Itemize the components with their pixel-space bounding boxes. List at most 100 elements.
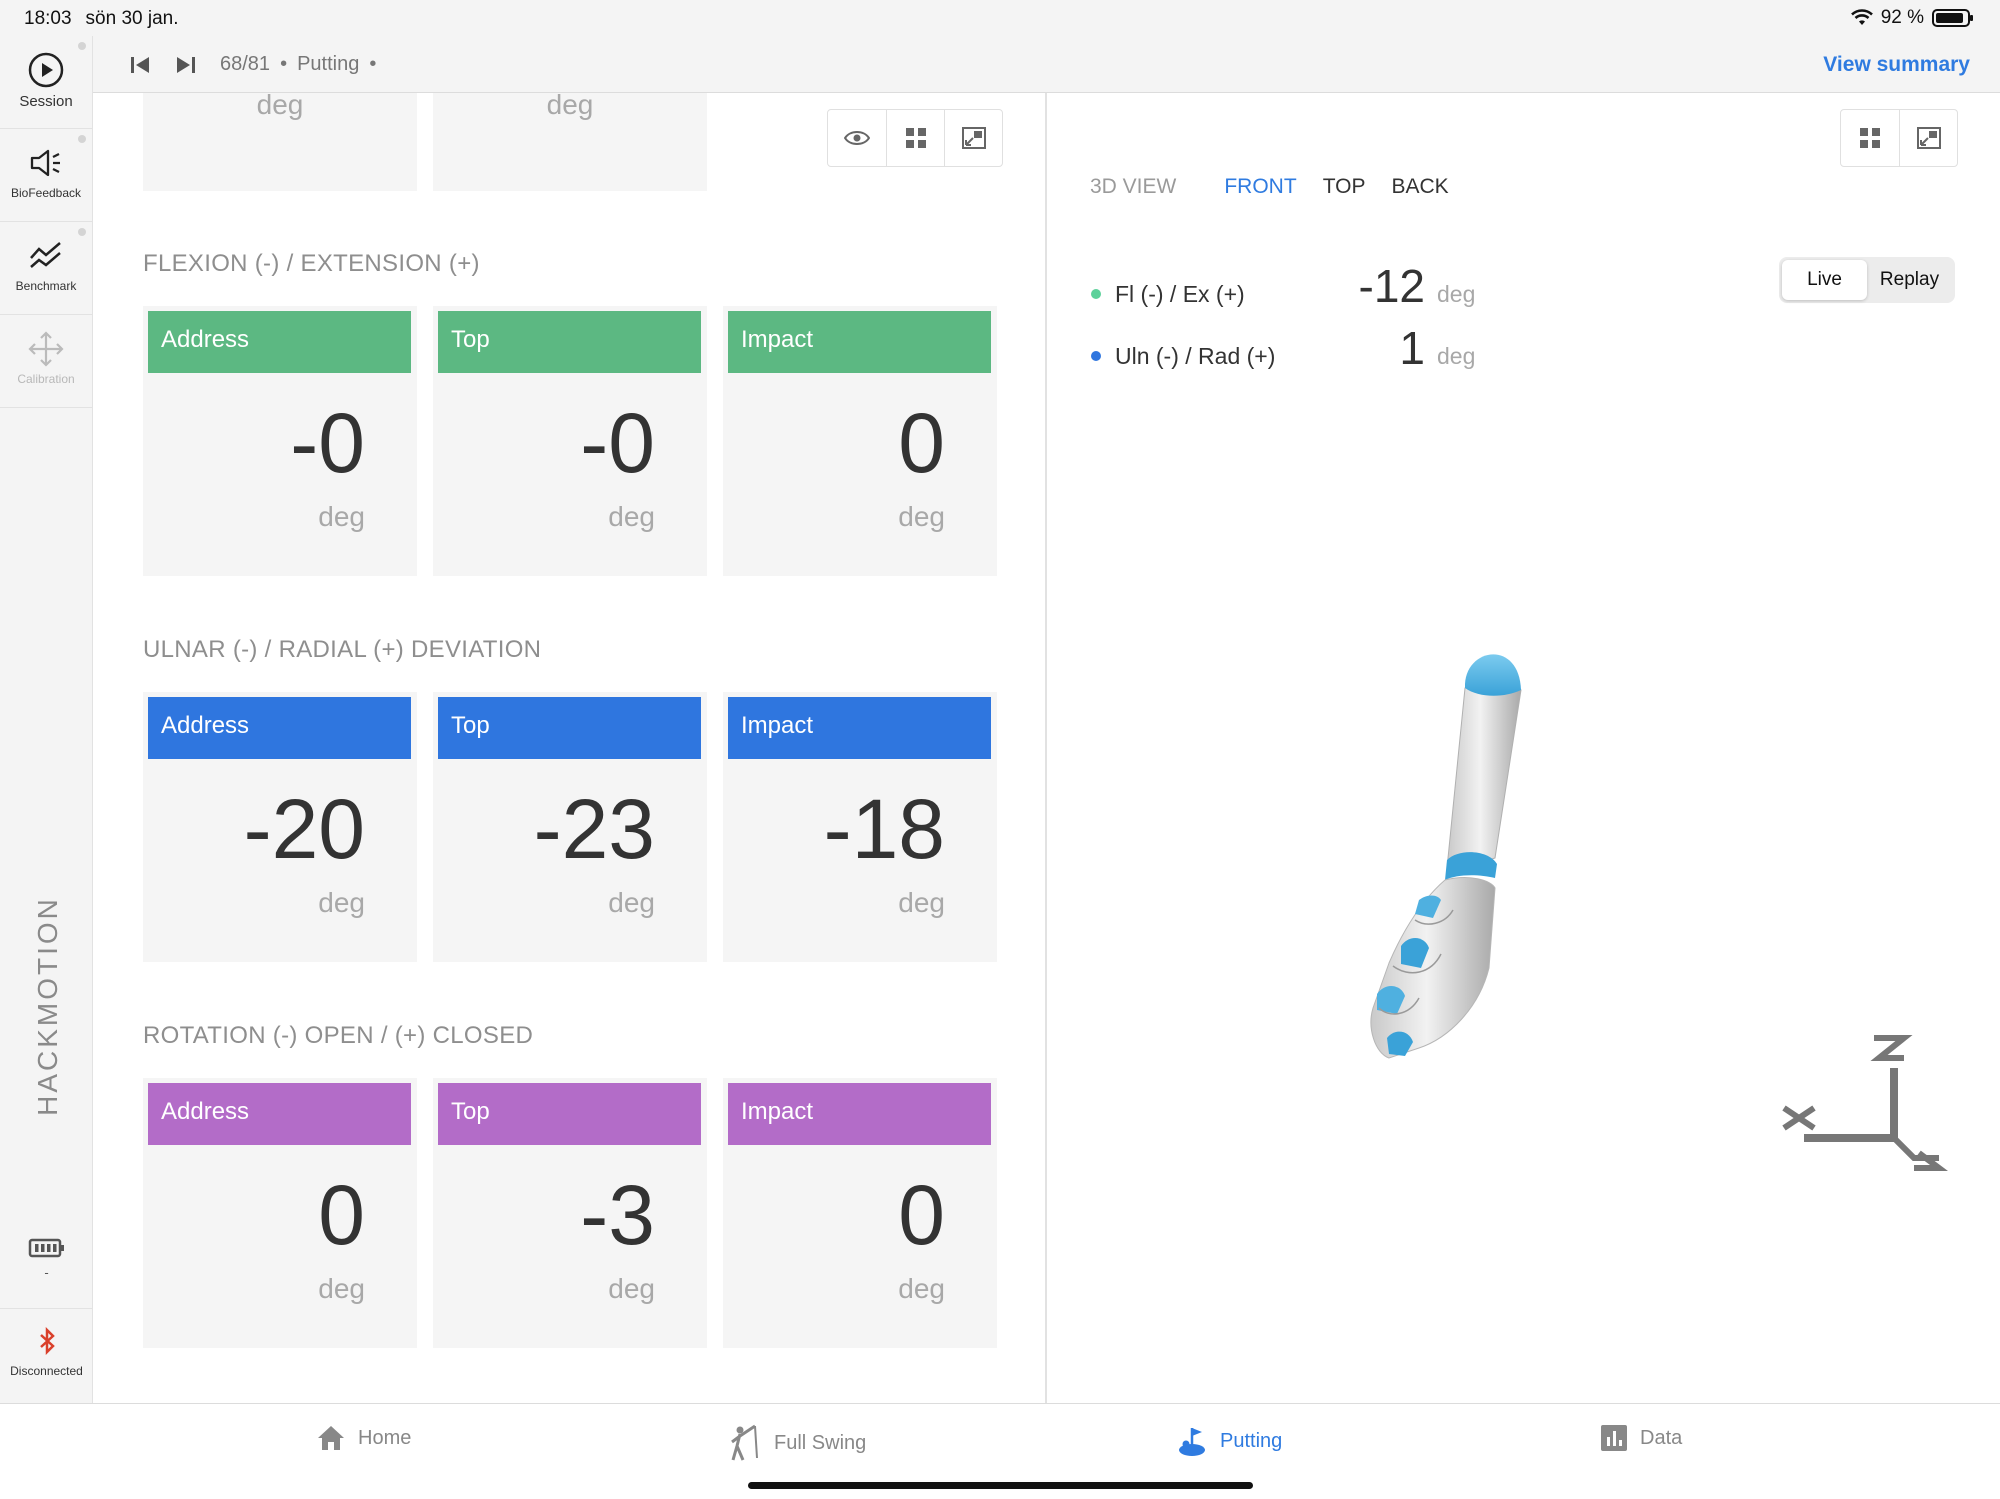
metric-card-partial: deg <box>433 93 707 191</box>
card-header: Address <box>148 697 411 759</box>
tab-top[interactable]: TOP <box>1323 175 1366 199</box>
metric-card-partial: deg <box>143 93 417 191</box>
fullscreen-button[interactable] <box>944 110 1002 166</box>
panel-toolbar <box>827 109 1003 167</box>
status-time: 18:03 sön 30 jan. <box>24 8 179 30</box>
card-header: Address <box>148 311 411 373</box>
card-header: Top <box>438 697 701 759</box>
card-header: Impact <box>728 311 991 373</box>
sidebar-item-calibration[interactable]: Calibration <box>0 315 92 408</box>
home-indicator[interactable] <box>748 1482 1253 1489</box>
view-toolbar <box>1840 109 1958 167</box>
sidebar-item-label: BioFeedback <box>10 186 82 200</box>
metric-name: Uln (-) / Rad (+) <box>1115 343 1276 369</box>
swing-counter: 68/81 • Putting • <box>220 53 386 76</box>
expand-icon <box>961 127 986 149</box>
speaker-icon <box>30 149 60 177</box>
section-title-rotation: ROTATION (-) OPEN / (+) CLOSED <box>143 1022 534 1049</box>
separator-dot: • <box>369 53 377 75</box>
tab-label: Full Swing <box>774 1431 867 1454</box>
status-indicators: 92 % <box>1850 7 1973 29</box>
card-header: Top <box>438 1083 701 1145</box>
deviation-impact-card: Impact -18 deg <box>723 692 997 962</box>
replay-button[interactable]: Replay <box>1867 260 1952 300</box>
tab-front[interactable]: FRONT <box>1224 175 1296 199</box>
card-unit: deg <box>898 887 945 918</box>
status-dot <box>78 42 86 50</box>
sidebar-item-label: Calibration <box>17 372 75 386</box>
grid-view-button[interactable] <box>1841 110 1899 166</box>
sidebar-item-label: Session <box>19 93 73 110</box>
date: sön 30 jan. <box>85 8 179 29</box>
card-unit: deg <box>318 1273 365 1304</box>
section-title-deviation: ULNAR (-) / RADIAL (+) DEVIATION <box>143 636 542 663</box>
tab-data[interactable]: Data <box>1600 1424 1682 1452</box>
metrics-panel[interactable]: deg deg FLEXION (-) / EXTENSION (+) Addr… <box>93 93 1047 1403</box>
fullscreen-button[interactable] <box>1899 110 1957 166</box>
battery-icon <box>1932 9 1973 27</box>
metric-name: Fl (-) / Ex (+) <box>1115 281 1245 307</box>
brand-text: HACKMOTION <box>32 896 63 1116</box>
sidebar-item-session[interactable]: Session <box>0 36 92 129</box>
bluetooth-status-label: Disconnected <box>10 1364 83 1378</box>
sidebar-item-label: Benchmark <box>15 279 77 293</box>
view-angle-tabs: 3D VIEW FRONT TOP BACK <box>1090 175 1475 199</box>
bluetooth-status[interactable]: Disconnected <box>0 1308 93 1403</box>
tab-full-swing[interactable]: Full Swing <box>724 1424 866 1462</box>
sidebar-item-biofeedback[interactable]: BioFeedback <box>0 129 92 222</box>
card-unit: deg <box>608 1273 655 1304</box>
status-dot <box>78 228 86 236</box>
battery-percent: 92 % <box>1880 7 1924 28</box>
live-button[interactable]: Live <box>1782 260 1867 300</box>
metric-unit: deg <box>1437 343 1476 369</box>
move-arrows-icon <box>28 331 64 367</box>
live-metric-deviation: Uln (-) / Rad (+) 1 deg <box>1091 321 1475 375</box>
status-bar: 18:03 sön 30 jan. 92 % <box>0 0 2000 36</box>
card-header: Top <box>438 311 701 373</box>
legend-dot <box>1091 351 1101 361</box>
swing-index: 68/81 <box>220 53 271 75</box>
tab-label: Data <box>1640 1426 1683 1449</box>
grid-view-button[interactable] <box>886 110 944 166</box>
card-value: -18 <box>823 782 945 876</box>
brand-logo: HACKMOTION <box>30 891 66 1121</box>
grid-icon <box>905 128 926 148</box>
visibility-button[interactable] <box>828 110 886 166</box>
card-unit: deg <box>318 501 365 532</box>
play-circle-icon <box>28 52 64 88</box>
sidebar-item-benchmark[interactable]: Benchmark <box>0 222 92 315</box>
flexion-address-card: Address -0 deg <box>143 306 417 576</box>
previous-button[interactable] <box>127 52 153 78</box>
card-unit: deg <box>608 501 655 532</box>
tab-label: Putting <box>1220 1429 1283 1452</box>
3d-hand-model[interactable] <box>1349 628 1649 1148</box>
tab-putting[interactable]: Putting <box>1178 1424 1282 1458</box>
tab-home[interactable]: Home <box>316 1424 411 1452</box>
sensor-battery: - <box>0 1236 93 1280</box>
tab-back[interactable]: BACK <box>1391 175 1448 199</box>
card-unit: deg <box>608 887 655 918</box>
benchmark-chart-icon <box>30 242 61 268</box>
skip-next-icon <box>177 57 195 73</box>
live-metric-flexion: Fl (-) / Ex (+) -12 deg <box>1091 259 1475 313</box>
grid-icon <box>1860 128 1880 148</box>
tab-label: Home <box>358 1426 412 1449</box>
card-value: 0 <box>318 1168 365 1262</box>
separator-dot: • <box>280 53 288 75</box>
rotation-impact-card: Impact 0 deg <box>723 1078 997 1348</box>
metric-value: -12 <box>1358 260 1425 312</box>
flexion-impact-card: Impact 0 deg <box>723 306 997 576</box>
home-icon <box>318 1426 344 1450</box>
bluetooth-icon <box>39 1326 55 1356</box>
card-unit: deg <box>318 887 365 918</box>
sensor-battery-level: - <box>44 1265 49 1280</box>
card-header: Impact <box>728 697 991 759</box>
metric-unit: deg <box>1437 281 1476 307</box>
card-value: -0 <box>290 396 365 490</box>
deviation-top-card: Top -23 deg <box>433 692 707 962</box>
card-value: 0 <box>898 396 945 490</box>
card-value: -3 <box>580 1168 655 1262</box>
axis-indicator <box>1782 1035 1948 1171</box>
next-button[interactable] <box>173 52 199 78</box>
view-summary-link[interactable]: View summary <box>1823 53 1970 77</box>
